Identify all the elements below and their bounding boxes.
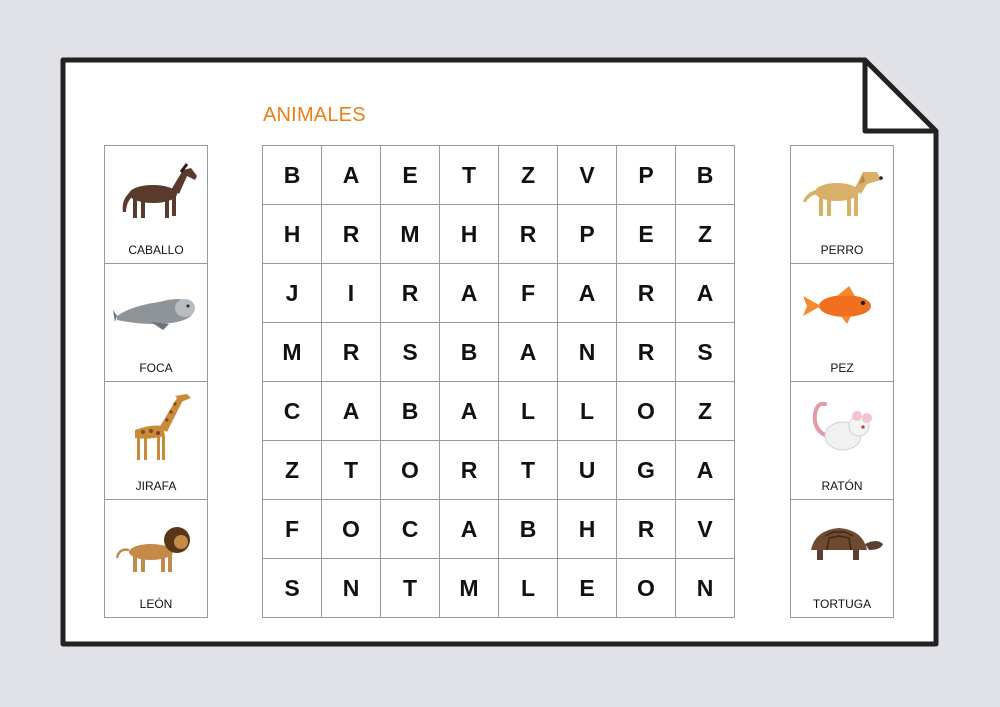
letter-cell[interactable]: E [617, 205, 676, 264]
letter-cell[interactable]: T [322, 441, 381, 500]
letter-cell[interactable]: E [558, 559, 617, 618]
letter-cell[interactable]: A [440, 382, 499, 441]
letter-cell[interactable]: L [499, 382, 558, 441]
letter-cell[interactable]: C [263, 382, 322, 441]
letter-cell[interactable]: A [676, 441, 735, 500]
letter-cell[interactable]: P [558, 205, 617, 264]
letter-cell[interactable]: F [499, 264, 558, 323]
animal-label: CABALLO [128, 243, 184, 257]
letter-cell[interactable]: R [499, 205, 558, 264]
letter-cell[interactable]: S [676, 323, 735, 382]
letter-cell[interactable]: T [381, 559, 440, 618]
letter-cell[interactable]: B [381, 382, 440, 441]
animal-label: LEÓN [139, 597, 173, 611]
letter-cell[interactable]: G [617, 441, 676, 500]
letter-cell[interactable]: O [381, 441, 440, 500]
letter-cell[interactable]: Z [676, 205, 735, 264]
letter-cell[interactable]: U [558, 441, 617, 500]
letter-cell[interactable]: C [381, 500, 440, 559]
letter-cell[interactable]: O [617, 382, 676, 441]
animal-card-tortoise: TORTUGA [790, 500, 894, 618]
letter-cell[interactable]: A [676, 264, 735, 323]
letter-cell[interactable]: J [263, 264, 322, 323]
letter-cell[interactable]: S [381, 323, 440, 382]
letter-cell[interactable]: M [263, 323, 322, 382]
mouse-icon [797, 390, 887, 464]
letter-cell[interactable]: Z [676, 382, 735, 441]
animal-label: TORTUGA [812, 597, 872, 611]
animal-card-dog: PERRO [790, 145, 894, 264]
animal-label: FOCA [139, 361, 173, 375]
animal-card-fish: PEZ [790, 264, 894, 382]
animal-card-seal: FOCA [104, 264, 208, 382]
letter-cell[interactable]: L [499, 559, 558, 618]
letter-cell[interactable]: M [440, 559, 499, 618]
letter-cell[interactable]: L [558, 382, 617, 441]
letter-cell[interactable]: B [676, 146, 735, 205]
letter-cell[interactable]: A [558, 264, 617, 323]
letter-cell[interactable]: R [617, 264, 676, 323]
animal-card-giraffe: JIRAFA [104, 382, 208, 500]
letter-cell[interactable]: V [558, 146, 617, 205]
letter-cell[interactable]: O [322, 500, 381, 559]
animal-label: PERRO [820, 243, 864, 257]
letter-cell[interactable]: A [499, 323, 558, 382]
letter-cell[interactable]: Z [499, 146, 558, 205]
animal-label: PEZ [830, 361, 854, 375]
animal-label: RATÓN [821, 479, 863, 493]
left-card-column: CABALLO FOCA JIRAFA LEÓN [104, 145, 208, 618]
letter-cell[interactable]: B [263, 146, 322, 205]
letter-cell[interactable]: B [499, 500, 558, 559]
letter-cell[interactable]: A [322, 382, 381, 441]
letter-cell[interactable]: M [381, 205, 440, 264]
animal-card-mouse: RATÓN [790, 382, 894, 500]
letter-cell[interactable]: Z [263, 441, 322, 500]
letter-cell[interactable]: O [617, 559, 676, 618]
letter-cell[interactable]: A [322, 146, 381, 205]
dog-icon [797, 154, 887, 228]
letter-cell[interactable]: R [322, 323, 381, 382]
letter-cell[interactable]: N [558, 323, 617, 382]
letter-cell[interactable]: N [676, 559, 735, 618]
letter-cell[interactable]: E [381, 146, 440, 205]
animal-card-horse: CABALLO [104, 145, 208, 264]
letter-cell[interactable]: T [499, 441, 558, 500]
letter-cell[interactable]: R [617, 500, 676, 559]
letter-cell[interactable]: I [322, 264, 381, 323]
letter-cell[interactable]: H [263, 205, 322, 264]
word-search-grid: BAETZVPBHRMHRPEZJIRAFARAMRSBANRSCABALLOZ… [262, 145, 735, 618]
lion-icon [111, 508, 201, 582]
letter-cell[interactable]: R [322, 205, 381, 264]
page-title: ANIMALES [263, 104, 366, 126]
animal-label: JIRAFA [135, 479, 177, 493]
letter-cell[interactable]: R [617, 323, 676, 382]
seal-icon [111, 272, 201, 346]
horse-icon [111, 154, 201, 228]
giraffe-icon [111, 390, 201, 464]
letter-cell[interactable]: N [322, 559, 381, 618]
letter-cell[interactable]: R [440, 441, 499, 500]
letter-cell[interactable]: R [381, 264, 440, 323]
letter-cell[interactable]: H [558, 500, 617, 559]
letter-cell[interactable]: V [676, 500, 735, 559]
letter-cell[interactable]: P [617, 146, 676, 205]
letter-cell[interactable]: H [440, 205, 499, 264]
letter-cell[interactable]: S [263, 559, 322, 618]
letter-cell[interactable]: F [263, 500, 322, 559]
tortoise-icon [797, 508, 887, 582]
right-card-column: PERRO PEZ RATÓN TORTUGA [790, 145, 894, 618]
letter-cell[interactable]: B [440, 323, 499, 382]
letter-cell[interactable]: A [440, 500, 499, 559]
letter-cell[interactable]: T [440, 146, 499, 205]
fish-icon [797, 272, 887, 346]
animal-card-lion: LEÓN [104, 500, 208, 618]
letter-cell[interactable]: A [440, 264, 499, 323]
